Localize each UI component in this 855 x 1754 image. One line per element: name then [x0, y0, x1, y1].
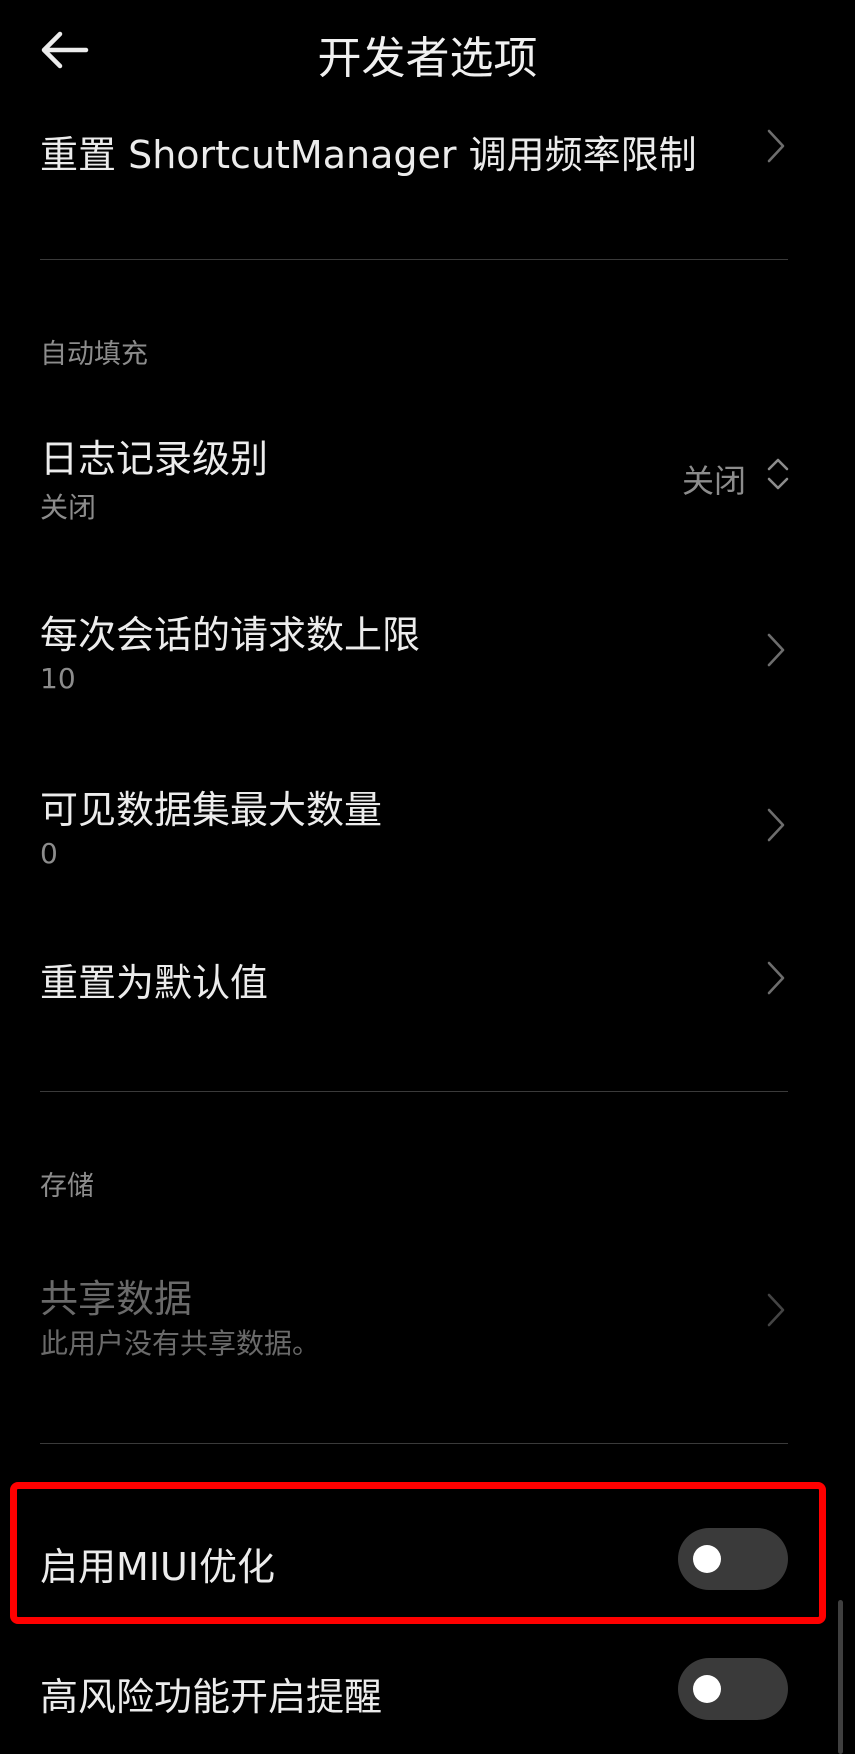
highlight-box — [10, 1482, 826, 1624]
divider — [40, 259, 788, 260]
section-header-storage: 存储 — [40, 1171, 94, 1202]
chevron-right-icon — [767, 808, 785, 842]
chevron-right-icon — [767, 1293, 785, 1327]
shared-data-label: 共享数据 — [40, 1277, 193, 1321]
max-requests-label: 每次会话的请求数上限 — [40, 613, 421, 657]
page-title: 开发者选项 — [317, 33, 538, 84]
chevron-right-icon — [767, 961, 785, 995]
section-header-autofill: 自动填充 — [40, 339, 148, 370]
max-datasets-label: 可见数据集最大数量 — [40, 788, 383, 832]
reset-shortcutmanager-row[interactable]: 重置 ShortcutManager 调用频率限制 — [0, 110, 855, 220]
shared-data-subtitle: 此用户没有共享数据。 — [40, 1327, 321, 1360]
toggle-knob — [693, 1675, 721, 1703]
max-requests-row[interactable]: 每次会话的请求数上限 10 — [0, 596, 855, 706]
log-level-subtitle: 关闭 — [40, 491, 97, 524]
log-level-value: 关闭 — [682, 462, 747, 500]
max-requests-value: 10 — [40, 662, 76, 695]
reset-default-row[interactable]: 重置为默认值 — [0, 940, 855, 1020]
max-datasets-row[interactable]: 可见数据集最大数量 0 — [0, 771, 855, 881]
log-level-row[interactable]: 日志记录级别 关闭 关闭 — [0, 420, 855, 530]
scrollbar[interactable] — [838, 1600, 843, 1754]
divider — [40, 1091, 788, 1092]
chevron-right-icon — [767, 633, 785, 667]
divider — [40, 1443, 788, 1444]
max-datasets-value: 0 — [40, 837, 58, 870]
high-risk-reminder-row[interactable]: 高风险功能开启提醒 — [0, 1640, 855, 1740]
dropdown-updown-icon — [767, 458, 789, 490]
reset-default-label: 重置为默认值 — [40, 961, 269, 1005]
shared-data-row: 共享数据 此用户没有共享数据。 — [0, 1262, 855, 1372]
high-risk-reminder-toggle[interactable] — [678, 1658, 788, 1720]
high-risk-reminder-label: 高风险功能开启提醒 — [40, 1675, 383, 1719]
chevron-right-icon — [767, 129, 785, 163]
log-level-label: 日志记录级别 — [40, 437, 269, 481]
reset-shortcutmanager-label: 重置 ShortcutManager 调用频率限制 — [40, 133, 697, 177]
